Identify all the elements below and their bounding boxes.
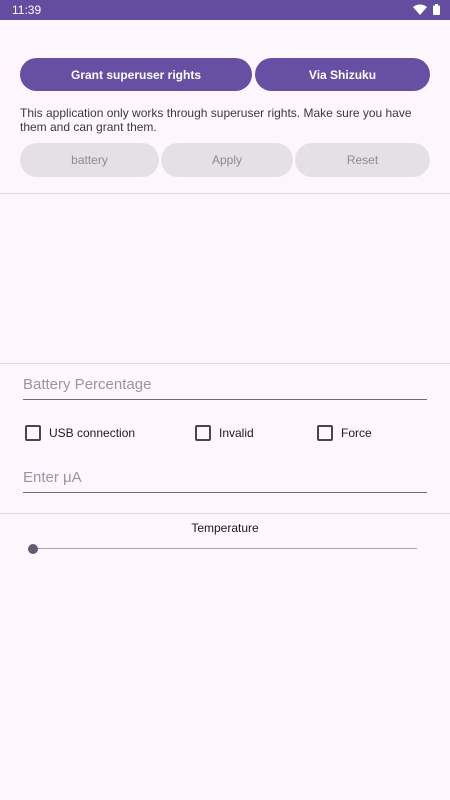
temperature-label: Temperature xyxy=(191,521,259,535)
checkbox-box[interactable] xyxy=(25,425,41,441)
divider xyxy=(0,193,450,194)
checkbox-box[interactable] xyxy=(195,425,211,441)
battery-icon xyxy=(433,4,440,15)
temperature-slider-thumb[interactable] xyxy=(28,544,38,554)
divider xyxy=(0,513,450,514)
temperature-slider-track[interactable] xyxy=(33,548,417,549)
checkbox-label: Invalid xyxy=(219,426,254,440)
status-icons xyxy=(413,4,440,15)
apply-button[interactable]: Apply xyxy=(161,143,293,177)
checkbox-label: Force xyxy=(341,426,372,440)
current-ua-input[interactable] xyxy=(23,463,427,493)
usb-connection-checkbox[interactable]: USB connection xyxy=(25,425,135,441)
reset-button[interactable]: Reset xyxy=(295,143,430,177)
status-time: 11:39 xyxy=(12,3,42,17)
invalid-checkbox[interactable]: Invalid xyxy=(195,425,254,441)
superuser-info-text: This application only works through supe… xyxy=(20,106,412,134)
status-bar: 11:39 xyxy=(0,0,450,20)
grant-superuser-button[interactable]: Grant superuser rights xyxy=(20,58,252,91)
checkbox-label: USB connection xyxy=(49,426,136,440)
divider xyxy=(0,363,450,364)
via-shizuku-button[interactable]: Via Shizuku xyxy=(255,58,430,91)
battery-percentage-input[interactable] xyxy=(23,370,427,400)
checkbox-box[interactable] xyxy=(317,425,333,441)
force-checkbox[interactable]: Force xyxy=(317,425,372,441)
battery-button[interactable]: battery xyxy=(20,143,159,177)
wifi-icon xyxy=(413,4,427,15)
